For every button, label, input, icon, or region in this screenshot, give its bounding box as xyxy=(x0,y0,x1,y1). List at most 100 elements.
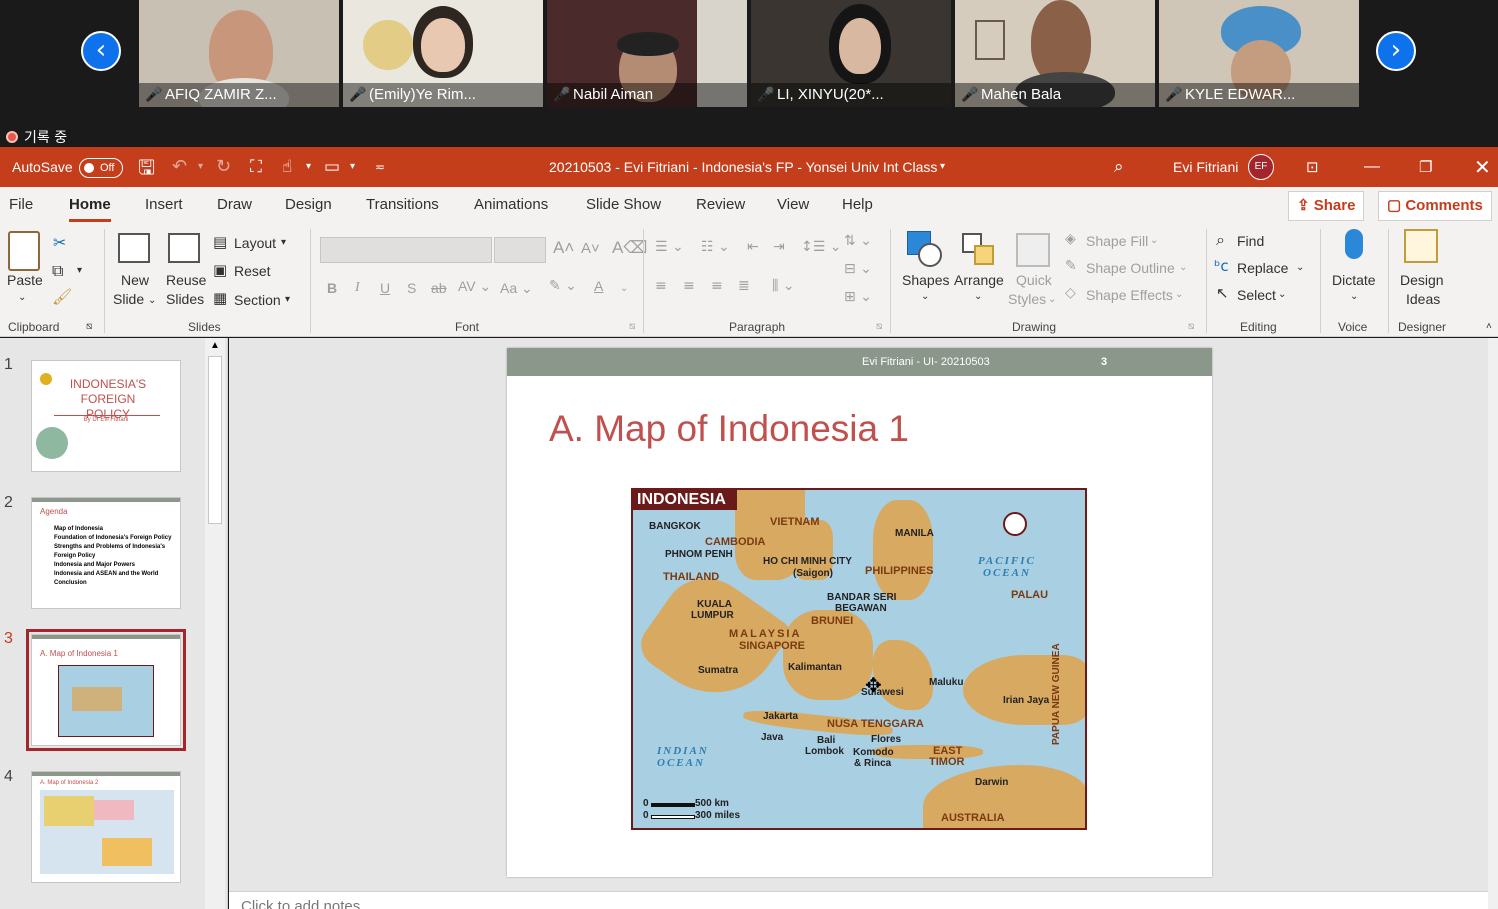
layout-icon[interactable]: ▤ xyxy=(213,233,227,251)
title-dropdown-icon[interactable]: ▾ xyxy=(940,147,945,187)
design-ideas-button[interactable]: Design xyxy=(1400,272,1444,288)
tab-help[interactable]: Help xyxy=(842,196,873,213)
align-center-icon[interactable]: ≡ xyxy=(683,278,695,294)
decrease-indent-icon[interactable]: ⇤ xyxy=(747,239,759,255)
italic-button[interactable]: I xyxy=(355,280,360,296)
tab-home[interactable]: Home xyxy=(69,196,111,222)
increase-indent-icon[interactable]: ⇥ xyxy=(773,239,785,255)
tab-draw[interactable]: Draw xyxy=(217,196,252,213)
justify-icon[interactable]: ≣ xyxy=(738,278,750,294)
quick-styles-button[interactable]: Quick xyxy=(1016,272,1052,288)
tab-design[interactable]: Design xyxy=(285,196,332,213)
tab-insert[interactable]: Insert xyxy=(145,196,183,213)
align-left-icon[interactable]: ≡ xyxy=(655,278,667,294)
replace-button[interactable]: Replace xyxy=(1237,260,1288,276)
new-slide-label[interactable]: Slide xyxy=(113,291,144,307)
highlight-icon[interactable]: ✎ ⌄ xyxy=(549,278,577,294)
participant-tile[interactable]: 🎤 AFIQ ZAMIR Z... xyxy=(139,0,339,107)
collapse-ribbon-icon[interactable]: ˄ xyxy=(1486,321,1492,332)
section-button[interactable]: Section xyxy=(234,292,281,308)
section-icon[interactable]: ▦ xyxy=(213,289,227,307)
copy-icon[interactable]: ⧉ xyxy=(52,261,63,281)
paste-button[interactable]: Paste xyxy=(7,272,43,288)
save-icon[interactable]: 🖫 xyxy=(138,147,155,187)
tab-file[interactable]: File xyxy=(9,196,33,213)
select-dropdown-icon[interactable]: ⌄ xyxy=(1278,289,1286,300)
tab-transitions[interactable]: Transitions xyxy=(366,196,439,213)
new-slide-icon[interactable] xyxy=(118,233,150,263)
current-slide[interactable]: Evi Fitriani - UI- 20210503 3 A. Map of … xyxy=(507,348,1212,877)
shrink-font-icon[interactable]: A˅ xyxy=(581,240,600,257)
shape-outline-dropdown-icon[interactable]: ⌄ xyxy=(1179,262,1187,273)
touch-dropdown-icon[interactable]: ▾ xyxy=(306,147,311,187)
thumbnail-scrollbar[interactable]: ▲ xyxy=(205,338,225,909)
slide-title[interactable]: A. Map of Indonesia 1 xyxy=(549,408,909,450)
shape-outline-button[interactable]: Shape Outline xyxy=(1086,260,1175,276)
arrange-button[interactable]: Arrange xyxy=(954,272,1004,288)
drawing-launcher-icon[interactable]: ⧅ xyxy=(1188,321,1194,332)
slide-thumbnail-4[interactable]: A. Map of Indonesia 2 xyxy=(31,771,181,883)
reuse-slides-icon[interactable] xyxy=(168,233,200,263)
shadow-button[interactable]: S xyxy=(407,280,416,296)
shapes-dropdown-icon[interactable]: ⌄ xyxy=(921,291,929,302)
restore-icon[interactable]: ❐ xyxy=(1419,147,1432,187)
minimize-icon[interactable]: — xyxy=(1364,147,1380,187)
smartart-icon[interactable]: ⊞ ⌄ xyxy=(844,289,872,305)
font-family-combo[interactable] xyxy=(320,237,492,263)
columns-icon[interactable]: ⫼ ⌄ xyxy=(772,278,795,294)
cut-icon[interactable]: ✂ xyxy=(53,233,66,252)
font-size-combo[interactable] xyxy=(494,237,546,263)
quick-styles-dropdown-icon[interactable]: ⌄ xyxy=(1048,294,1056,305)
text-direction-icon[interactable]: ⇅ ⌄ xyxy=(844,233,872,249)
bullets-icon[interactable]: ☰ ⌄ xyxy=(655,239,684,255)
document-title[interactable]: 20210503 - Evi Fitriani - Indonesia's FP… xyxy=(549,147,937,187)
paragraph-launcher-icon[interactable]: ⧅ xyxy=(876,321,882,332)
layout-icon[interactable]: ▭ xyxy=(324,147,340,187)
tab-animations[interactable]: Animations xyxy=(474,196,548,213)
char-spacing-icon[interactable]: AV ⌄ xyxy=(458,278,491,295)
slide-thumbnail-1[interactable]: INDONESIA'S FOREIGN POLICY By Dr Evi Fit… xyxy=(31,360,181,472)
participant-tile[interactable]: 🎤 KYLE EDWAR... xyxy=(1159,0,1359,107)
design-ideas-label[interactable]: Ideas xyxy=(1406,291,1440,307)
change-case-icon[interactable]: Aa ⌄ xyxy=(500,280,533,297)
participant-tile[interactable]: 🎤 Mahen Bala xyxy=(955,0,1155,107)
format-painter-icon[interactable]: 🖌 xyxy=(52,287,72,306)
redo-icon[interactable]: ↻ xyxy=(216,147,231,187)
copy-dropdown-icon[interactable]: ▾ xyxy=(77,265,82,276)
shape-effects-button[interactable]: Shape Effects xyxy=(1086,287,1173,303)
numbering-icon[interactable]: ☷ ⌄ xyxy=(701,239,730,255)
select-icon[interactable]: ↖ xyxy=(1216,284,1229,302)
font-launcher-icon[interactable]: ⧅ xyxy=(629,321,635,332)
reuse-slides-label[interactable]: Slides xyxy=(166,291,204,307)
new-slide-button[interactable]: New xyxy=(121,272,149,288)
shape-fill-dropdown-icon[interactable]: ⌄ xyxy=(1150,235,1158,246)
search-icon[interactable]: ⌕ xyxy=(1114,147,1124,187)
comments-button[interactable]: ▢ Comments xyxy=(1378,191,1492,221)
new-slide-dropdown-icon[interactable]: ⌄ xyxy=(148,295,156,306)
align-text-icon[interactable]: ⊟ ⌄ xyxy=(844,261,872,277)
indonesia-map[interactable]: INDONESIA BANGKOK VIETNAM MANILA CAMBODI… xyxy=(631,488,1087,830)
layout-dropdown-icon[interactable]: ▾ xyxy=(350,147,355,187)
font-color-button[interactable]: A xyxy=(594,278,603,294)
replace-dropdown-icon[interactable]: ⌄ xyxy=(1296,262,1304,273)
avatar[interactable]: EF xyxy=(1248,154,1274,180)
touch-mode-icon[interactable]: ☝ xyxy=(282,147,292,187)
slide-scrollbar[interactable] xyxy=(1488,338,1498,909)
shape-outline-icon[interactable]: ✎ xyxy=(1065,258,1077,274)
notes-pane[interactable]: Click to add notes xyxy=(229,891,1488,909)
shape-fill-icon[interactable]: ◈ xyxy=(1065,231,1076,247)
chevron-right-icon[interactable]: › xyxy=(1376,31,1416,71)
replace-icon[interactable]: ᵇc xyxy=(1214,257,1229,275)
participant-tile[interactable]: 🎤 (Emily)Ye Rim... xyxy=(343,0,543,107)
underline-button[interactable]: U xyxy=(380,280,390,296)
strikethrough-button[interactable]: ab xyxy=(431,280,447,296)
shape-effects-dropdown-icon[interactable]: ⌄ xyxy=(1175,289,1183,300)
dictate-button[interactable]: Dictate xyxy=(1332,272,1376,288)
undo-icon[interactable]: ↶ xyxy=(172,147,187,187)
tab-review[interactable]: Review xyxy=(696,196,745,213)
scroll-up-icon[interactable]: ▲ xyxy=(210,340,220,351)
align-right-icon[interactable]: ≡ xyxy=(711,278,723,294)
autosave-toggle[interactable]: Off xyxy=(79,147,123,187)
design-ideas-icon[interactable] xyxy=(1404,229,1438,263)
shape-effects-icon[interactable]: ◇ xyxy=(1065,285,1076,301)
